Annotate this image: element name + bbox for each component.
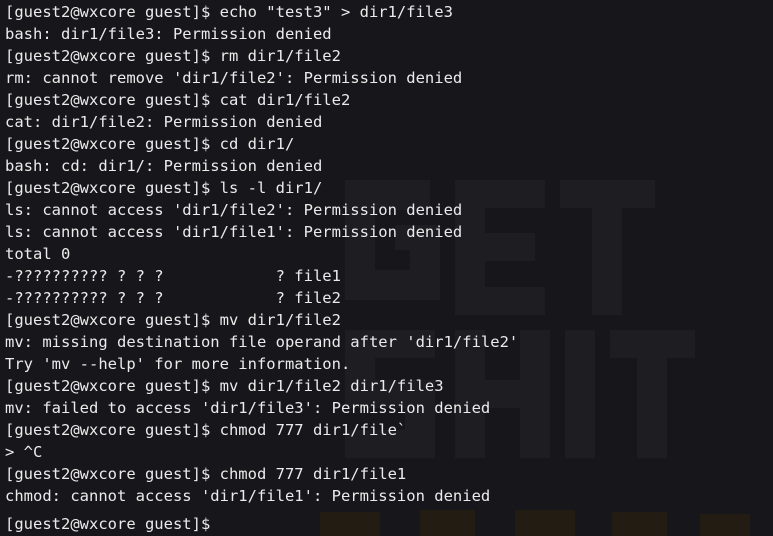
prompt-line: [guest2@wxcore guest]$ echo "test3" > di… (5, 3, 453, 21)
output-line: > ^C (5, 443, 43, 461)
output-line: mv: failed to access 'dir1/file3': Permi… (5, 399, 491, 417)
prompt-line: [guest2@wxcore guest]$ cat dir1/file2 (5, 91, 351, 109)
prompt-line: [guest2@wxcore guest]$ chmod 777 dir1/fi… (5, 465, 407, 483)
output-line: -?????????? ? ? ? ? file2 (5, 289, 341, 307)
prompt-line: [guest2@wxcore guest]$ mv dir1/file2 dir… (5, 377, 444, 395)
prompt-line: [guest2@wxcore guest]$ mv dir1/file2 (5, 311, 341, 329)
output-line: total 0 (5, 245, 71, 263)
output-line: ls: cannot access 'dir1/file2': Permissi… (5, 201, 463, 219)
output-line: Try 'mv --help' for more information. (5, 355, 351, 373)
prompt-line: [guest2@wxcore guest]$ ls -l dir1/ (5, 179, 323, 197)
prompt-line: [guest2@wxcore guest]$ cd dir1/ (5, 135, 295, 153)
prompt-line: [guest2@wxcore guest]$ chmod 777 dir1/fi… (5, 421, 407, 439)
terminal-output: [guest2@wxcore guest]$ echo "test3" > di… (5, 1, 519, 533)
output-line: bash: dir1/file3: Permission denied (5, 25, 332, 43)
output-line: -?????????? ? ? ? ? file1 (5, 267, 341, 285)
prompt-line: [guest2@wxcore guest]$ rm dir1/file2 (5, 47, 341, 65)
output-line: mv: missing destination file operand aft… (5, 333, 519, 351)
output-line: bash: cd: dir1/: Permission denied (5, 157, 323, 175)
output-line: cat: dir1/file2: Permission denied (5, 113, 323, 131)
output-line: ls: cannot access 'dir1/file1': Permissi… (5, 223, 463, 241)
terminal-window[interactable]: [guest2@wxcore guest]$ echo "test3" > di… (0, 0, 773, 536)
text-cursor (220, 507, 221, 529)
current-prompt-line[interactable]: [guest2@wxcore guest]$ (5, 507, 518, 533)
current-prompt: [guest2@wxcore guest]$ (5, 515, 220, 533)
output-line: rm: cannot remove 'dir1/file2': Permissi… (5, 69, 463, 87)
output-line: chmod: cannot access 'dir1/file1': Permi… (5, 487, 491, 505)
